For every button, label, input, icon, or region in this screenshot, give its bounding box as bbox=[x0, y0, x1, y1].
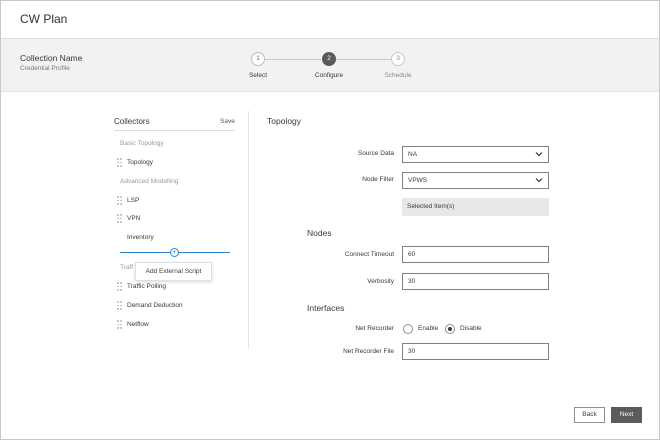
collector-item-inventory[interactable]: Inventory bbox=[127, 234, 154, 241]
collector-item-netflow[interactable]: Netflow bbox=[117, 320, 149, 329]
selected-items-box[interactable]: Selected Item(s) bbox=[402, 198, 549, 216]
wizard-header: Collection Name Credential Profile 1 2 3… bbox=[1, 39, 659, 92]
node-filter-label: Node Filter bbox=[362, 176, 394, 183]
collector-label: Inventory bbox=[127, 234, 154, 241]
drag-handle-icon[interactable] bbox=[117, 158, 122, 167]
source-data-label: Source Data bbox=[357, 150, 394, 157]
connect-timeout-input[interactable] bbox=[402, 246, 549, 263]
verbosity-label: Verbosity bbox=[367, 278, 394, 285]
net-recorder-file-label: Net Recorder File bbox=[343, 348, 394, 355]
drag-handle-icon[interactable] bbox=[117, 214, 122, 223]
app-window: CW Plan Collection Name Credential Profi… bbox=[0, 0, 660, 440]
net-recorder-disable-radio[interactable] bbox=[445, 324, 455, 334]
collector-label: Topology bbox=[127, 159, 154, 166]
drag-handle-icon[interactable] bbox=[117, 196, 122, 205]
step-connector bbox=[336, 59, 391, 60]
collector-item-traffic-polling[interactable]: Traffic Polling bbox=[117, 282, 166, 291]
back-button[interactable]: Back bbox=[574, 407, 605, 423]
step-3-label: Schedule bbox=[384, 72, 412, 79]
group-basic-topology: Basic Topology bbox=[120, 140, 164, 147]
step-connector bbox=[265, 59, 321, 60]
enable-label: Enable bbox=[418, 325, 439, 332]
group-traffic: Traff bbox=[120, 264, 134, 271]
verbosity-input[interactable] bbox=[402, 273, 549, 290]
credential-profile: Credential Profile bbox=[20, 65, 70, 72]
collector-label: LSP bbox=[127, 197, 140, 204]
collector-item-demand-deduction[interactable]: Demand Deduction bbox=[117, 301, 183, 310]
collector-item-lsp[interactable]: LSP bbox=[117, 196, 139, 205]
step-3-indicator[interactable]: 3 bbox=[391, 52, 405, 66]
interfaces-section-title: Interfaces bbox=[307, 303, 345, 313]
step-2-indicator[interactable]: 2 bbox=[322, 52, 336, 66]
next-button[interactable]: Next bbox=[611, 407, 642, 423]
add-external-script-button[interactable]: Add External Script bbox=[135, 262, 212, 281]
net-recorder-enable-radio[interactable] bbox=[403, 324, 413, 334]
net-recorder-label: Net Recorder bbox=[355, 325, 394, 332]
collection-name: Collection Name bbox=[20, 53, 83, 63]
collector-label: VPN bbox=[127, 215, 141, 222]
divider bbox=[114, 130, 235, 131]
app-header: CW Plan bbox=[1, 1, 659, 39]
collector-label: Traffic Polling bbox=[127, 283, 167, 290]
collector-item-topology[interactable]: Topology bbox=[117, 158, 153, 167]
collector-item-vpn[interactable]: VPN bbox=[117, 214, 140, 223]
drag-handle-icon[interactable] bbox=[117, 320, 122, 329]
connect-timeout-label: Connect Timeout bbox=[344, 251, 394, 258]
group-advanced-modelling: Advanced Modelling bbox=[120, 178, 179, 185]
save-button[interactable]: Save bbox=[220, 118, 235, 125]
topology-section-title: Topology bbox=[267, 116, 302, 126]
source-data-select[interactable]: NA bbox=[402, 146, 549, 163]
node-filter-value: VPWS bbox=[408, 177, 428, 184]
add-icon[interactable]: + bbox=[170, 248, 179, 257]
step-1-label: Select bbox=[248, 72, 268, 79]
collectors-title: Collectors bbox=[114, 117, 150, 126]
step-2-label: Configure bbox=[314, 72, 344, 79]
chevron-down-icon bbox=[535, 152, 543, 157]
drag-handle-icon[interactable] bbox=[117, 282, 122, 291]
drag-handle-icon[interactable] bbox=[117, 301, 122, 310]
node-filter-select[interactable]: VPWS bbox=[402, 172, 549, 189]
collector-label: Demand Deduction bbox=[127, 302, 183, 309]
step-1-indicator[interactable]: 1 bbox=[251, 52, 265, 66]
chevron-down-icon bbox=[535, 178, 543, 183]
collector-label: Netflow bbox=[127, 321, 149, 328]
net-recorder-file-input[interactable] bbox=[402, 343, 549, 360]
disable-label: Disable bbox=[460, 325, 482, 332]
app-title: CW Plan bbox=[20, 12, 68, 26]
panel-divider bbox=[248, 111, 249, 349]
nodes-section-title: Nodes bbox=[307, 228, 332, 238]
source-data-value: NA bbox=[408, 151, 418, 158]
